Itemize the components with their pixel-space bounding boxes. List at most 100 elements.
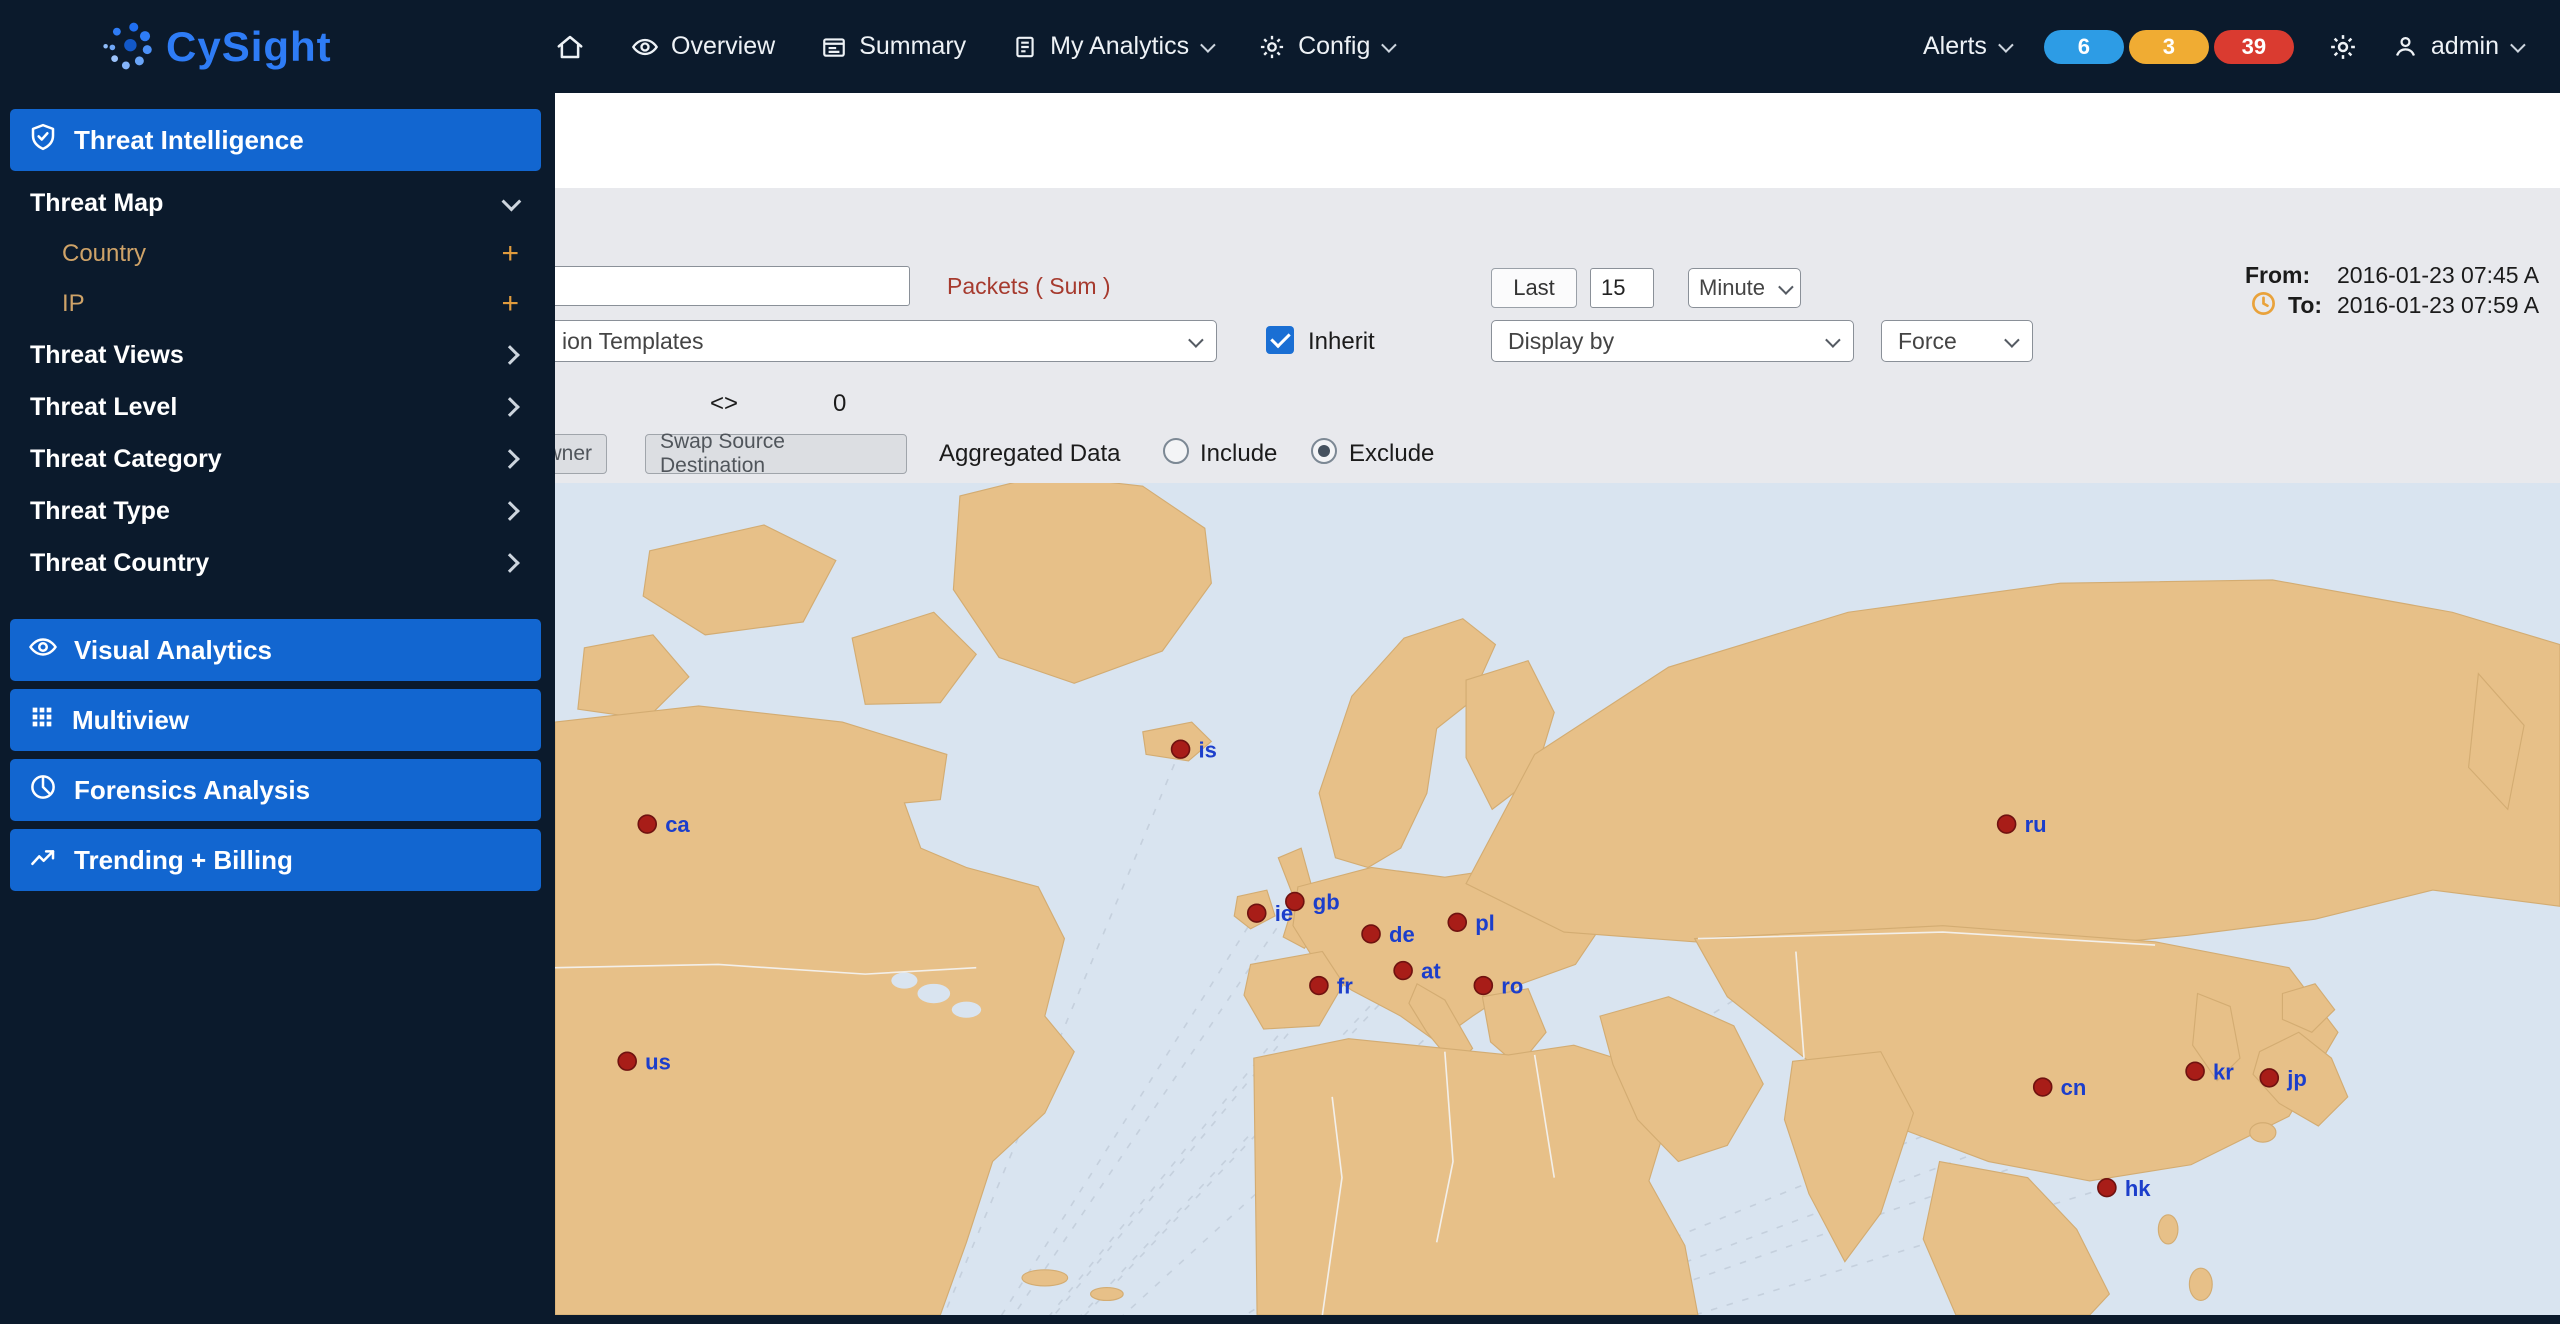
chevron-down-icon xyxy=(1825,332,1841,348)
radio-dot xyxy=(1318,445,1330,457)
threat-views-label: Threat Views xyxy=(30,341,184,370)
templates-select-value: ion Templates xyxy=(562,328,704,355)
to-label: To: xyxy=(2288,292,2322,319)
threat-dot-fr[interactable] xyxy=(1310,977,1328,995)
country-label: Country xyxy=(62,240,146,268)
display-by-value: Display by xyxy=(1508,328,1614,355)
threat-dot-label: hk xyxy=(2125,1176,2152,1201)
inherit-checkbox[interactable] xyxy=(1266,326,1294,354)
sidebar-multiview-button[interactable]: Multiview xyxy=(10,689,541,751)
nav-summary[interactable]: Summary xyxy=(821,32,966,61)
chevron-right-icon xyxy=(500,449,520,469)
chevron-down-icon xyxy=(2510,37,2526,53)
threat-dot-label: at xyxy=(1421,959,1441,984)
chevron-down-icon xyxy=(1200,37,1216,53)
forensics-icon xyxy=(28,772,58,809)
threat-dot-ru[interactable] xyxy=(1998,815,2016,833)
include-radio[interactable] xyxy=(1163,438,1189,464)
threat-intelligence-label: Threat Intelligence xyxy=(74,125,304,156)
compare-operator[interactable]: <> xyxy=(710,390,738,418)
sidebar-item-threat-views[interactable]: Threat Views xyxy=(0,329,555,381)
inherit-label: Inherit xyxy=(1308,328,1375,356)
plus-icon[interactable]: + xyxy=(501,239,519,269)
from-label: From: xyxy=(2245,262,2310,289)
sidebar-trending-billing-button[interactable]: Trending + Billing xyxy=(10,829,541,891)
brand-logo-icon xyxy=(100,17,154,76)
threat-dot-de[interactable] xyxy=(1362,925,1380,943)
threat-dot-hk[interactable] xyxy=(2098,1179,2116,1197)
interval-value-input[interactable] xyxy=(1590,268,1654,308)
trending-icon xyxy=(28,842,58,879)
threat-dot-kr[interactable] xyxy=(2186,1062,2204,1080)
threat-dot-jp[interactable] xyxy=(2260,1069,2278,1087)
user-name: admin xyxy=(2431,32,2499,61)
threat-dot-ie[interactable] xyxy=(1248,904,1266,922)
brand-logo[interactable]: CySight xyxy=(0,17,555,76)
sidebar-threat-intelligence-button[interactable]: Threat Intelligence xyxy=(10,109,541,171)
nav-my-analytics-label: My Analytics xyxy=(1050,32,1189,61)
sidebar-item-country[interactable]: Country + xyxy=(0,229,555,279)
nav-home[interactable] xyxy=(555,32,585,62)
metric-link[interactable]: Packets ( Sum ) xyxy=(947,273,1111,300)
alert-badges: 6 3 39 xyxy=(2044,30,2294,64)
last-button[interactable]: Last xyxy=(1491,268,1577,308)
chevron-down-icon xyxy=(2004,332,2020,348)
swap-source-destination-button[interactable]: Swap Source Destination xyxy=(645,434,907,474)
user-menu[interactable]: admin xyxy=(2392,32,2522,61)
eye-icon xyxy=(631,33,659,61)
nav-my-analytics[interactable]: My Analytics xyxy=(1012,32,1212,61)
multiview-label: Multiview xyxy=(72,705,189,736)
exclude-label: Exclude xyxy=(1349,440,1434,468)
force-select[interactable]: Force xyxy=(1881,320,2033,362)
sidebar-item-threat-level[interactable]: Threat Level xyxy=(0,381,555,433)
alert-badge-warning[interactable]: 3 xyxy=(2129,30,2209,64)
from-value: 2016-01-23 07:45 A xyxy=(2337,262,2539,289)
threat-dot-pl[interactable] xyxy=(1448,913,1466,931)
threat-world-map[interactable]: iscarugbiepldeatfrrouscnkrjphk xyxy=(555,483,2560,1315)
alert-badge-info[interactable]: 6 xyxy=(2044,30,2124,64)
threat-dot-at[interactable] xyxy=(1394,962,1412,980)
threat-dot-cn[interactable] xyxy=(2034,1078,2052,1096)
sidebar-item-threat-type[interactable]: Threat Type xyxy=(0,485,555,537)
person-icon xyxy=(2392,33,2419,60)
chevron-right-icon xyxy=(500,397,520,417)
sidebar-item-threat-country[interactable]: Threat Country xyxy=(0,537,555,589)
home-icon xyxy=(555,32,585,62)
sidebar-visual-analytics-button[interactable]: Visual Analytics xyxy=(10,619,541,681)
threat-dot-ro[interactable] xyxy=(1474,977,1492,995)
threat-dot-is[interactable] xyxy=(1172,740,1190,758)
threat-dot-label: fr xyxy=(1337,974,1353,999)
threat-dot-label: jp xyxy=(2286,1066,2307,1091)
alert-badge-critical[interactable]: 39 xyxy=(2214,30,2294,64)
display-by-select[interactable]: Display by xyxy=(1491,320,1854,362)
exclude-radio[interactable] xyxy=(1311,438,1337,464)
nav-summary-label: Summary xyxy=(859,32,966,61)
settings-button[interactable] xyxy=(2328,32,2358,62)
threat-type-label: Threat Type xyxy=(30,497,170,526)
force-select-value: Force xyxy=(1898,328,1957,355)
eye-circle-icon xyxy=(28,632,58,669)
ip-label: IP xyxy=(62,290,85,318)
threat-dot-label: ie xyxy=(1275,901,1293,926)
threat-dot-label: ru xyxy=(2025,812,2047,837)
plus-icon[interactable]: + xyxy=(501,289,519,319)
top-navbar: CySight Overview Summary xyxy=(0,0,2560,93)
threat-dot-us[interactable] xyxy=(618,1052,636,1070)
sidebar-item-threat-map[interactable]: Threat Map xyxy=(0,177,555,229)
nav-config[interactable]: Config xyxy=(1258,32,1393,61)
chevron-down-icon xyxy=(1778,279,1794,295)
sidebar-item-threat-category[interactable]: Threat Category xyxy=(0,433,555,485)
trending-billing-label: Trending + Billing xyxy=(74,845,293,876)
sidebar-item-ip[interactable]: IP + xyxy=(0,279,555,329)
visual-analytics-label: Visual Analytics xyxy=(74,635,272,666)
app-root: CySight Overview Summary xyxy=(0,0,2560,1324)
threat-country-label: Threat Country xyxy=(30,549,209,578)
nav-overview[interactable]: Overview xyxy=(631,32,775,61)
threat-dot-ca[interactable] xyxy=(638,815,656,833)
document-icon xyxy=(1012,34,1038,60)
threat-map-label: Threat Map xyxy=(30,189,163,218)
sidebar-forensics-analysis-button[interactable]: Forensics Analysis xyxy=(10,759,541,821)
interval-unit-select[interactable]: Minute xyxy=(1688,268,1801,308)
alerts-menu[interactable]: Alerts xyxy=(1923,32,2010,61)
templates-select[interactable]: ion Templates xyxy=(545,320,1217,362)
